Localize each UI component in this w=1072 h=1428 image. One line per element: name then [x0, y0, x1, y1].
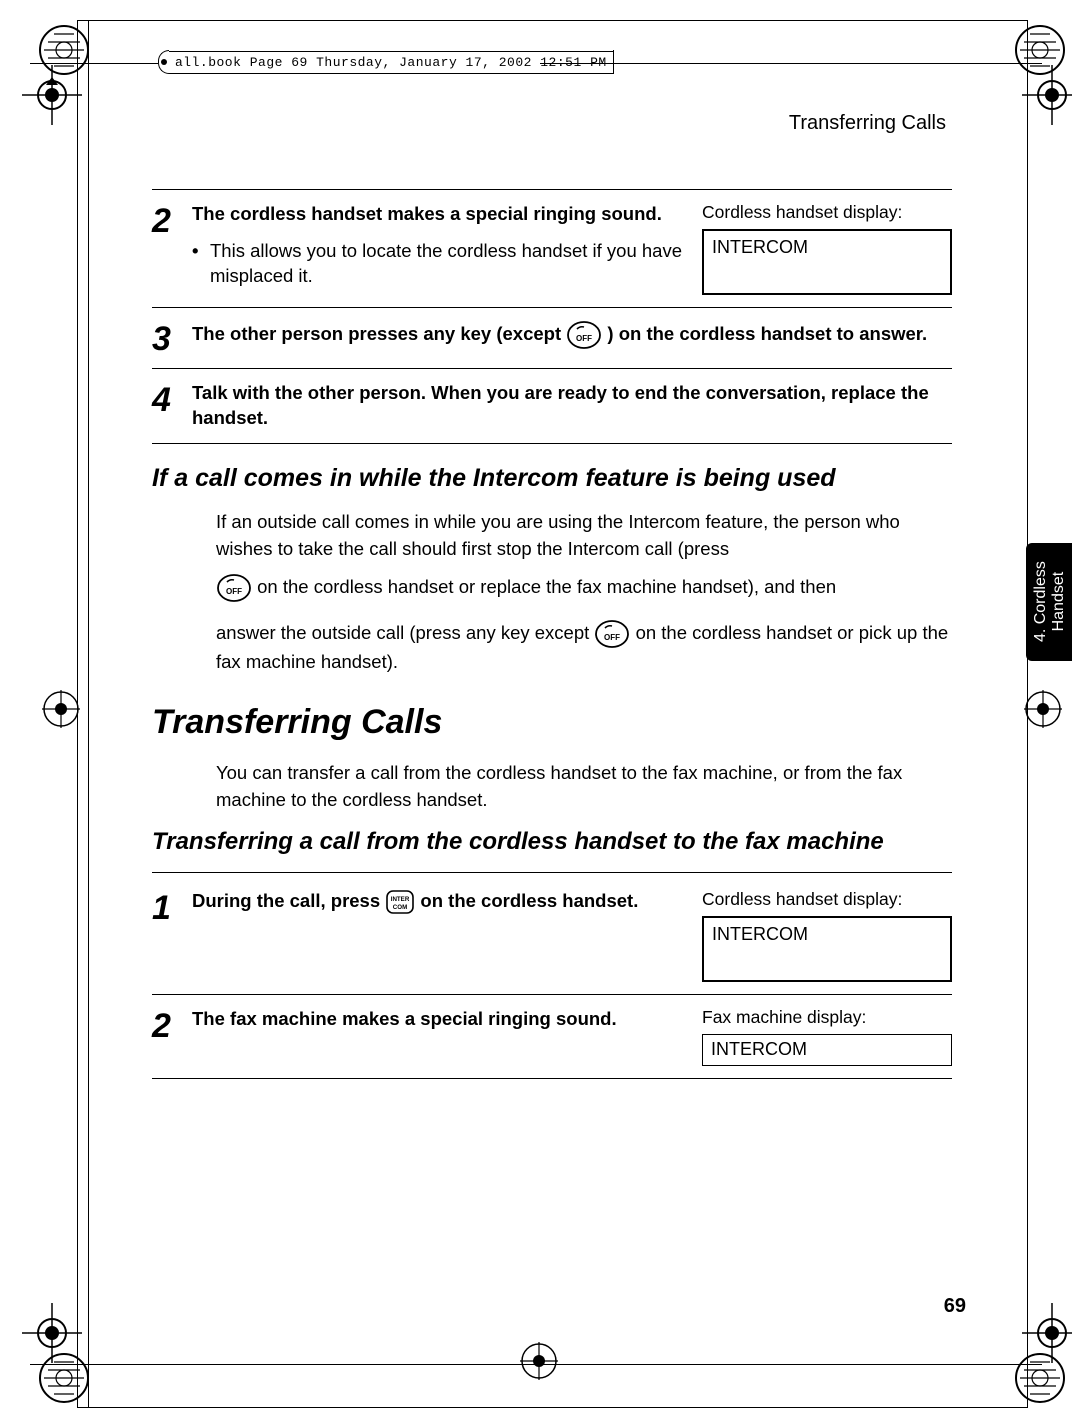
step-2: 2 The cordless handset makes a special r… [152, 189, 952, 307]
registration-target-icon [42, 690, 80, 728]
divider [152, 1078, 952, 1079]
step-3-text-before: The other person presses any key (except [192, 323, 566, 344]
handset-display: INTERCOM [702, 916, 952, 982]
fax-display: INTERCOM [702, 1034, 952, 1066]
off-key-icon: OFF [216, 573, 252, 603]
step-3: 3 The other person presses any key (exce… [152, 307, 952, 368]
step-number: 2 [152, 1007, 192, 1066]
step-number: 4 [152, 381, 192, 431]
page-content: Transferring Calls 2 The cordless handse… [152, 112, 952, 1079]
step-number: 2 [152, 202, 192, 295]
registration-target-icon [520, 1342, 558, 1380]
transfer-step-1: 1 During the call, press INTERCOM on the… [152, 873, 952, 994]
chapter-tab-line1: 4. Cordless [1031, 562, 1048, 643]
intercom-key-icon: INTERCOM [385, 889, 415, 915]
display-value: INTERCOM [712, 924, 808, 944]
step-3-text-after: ) on the cordless handset to answer. [607, 323, 927, 344]
para3-before: answer the outside call (press any key e… [216, 621, 594, 642]
display-label: Cordless handset display: [702, 889, 952, 910]
svg-text:INTER: INTER [391, 896, 410, 903]
main-title: Transferring Calls [152, 703, 952, 742]
svg-text:COM: COM [393, 904, 407, 911]
display-value: INTERCOM [711, 1039, 807, 1059]
sub-heading: Transferring a call from the cordless ha… [152, 828, 952, 856]
display-value: INTERCOM [712, 237, 808, 257]
t-step1-before: During the call, press [192, 890, 385, 911]
handset-display: INTERCOM [702, 229, 952, 295]
step-number: 1 [152, 889, 192, 982]
running-head: Transferring Calls [152, 112, 946, 135]
registration-mark-icon [22, 65, 82, 125]
svg-text:OFF: OFF [576, 334, 592, 343]
registration-mark-icon [22, 1303, 82, 1363]
step-4: 4 Talk with the other person. When you a… [152, 368, 952, 443]
t-step2-text: The fax machine makes a special ringing … [192, 1008, 617, 1029]
registration-mark-icon [1022, 1303, 1072, 1363]
svg-text:OFF: OFF [226, 587, 242, 596]
display-label: Cordless handset display: [702, 202, 952, 223]
para2-after: on the cordless handset or replace the f… [257, 575, 836, 596]
off-key-icon: OFF [594, 619, 630, 649]
body-paragraph: answer the outside call (press any key e… [216, 619, 952, 676]
step-2-bullet: This allows you to locate the cordless h… [210, 239, 684, 289]
file-header: all.book Page 69 Thursday, January 17, 2… [158, 50, 540, 74]
chapter-tab-line2: Handset [1049, 572, 1066, 632]
body-paragraph: If an outside call comes in while you ar… [216, 509, 952, 563]
off-key-icon: OFF [566, 320, 602, 350]
bullet-icon: • [192, 239, 210, 289]
file-header-text: all.book Page 69 Thursday, January 17, 2… [169, 51, 613, 74]
svg-text:OFF: OFF [604, 633, 620, 642]
registration-target-icon [1024, 690, 1062, 728]
section-heading: If a call comes in while the Intercom fe… [152, 464, 952, 493]
left-inner-line [88, 20, 89, 1408]
chapter-tab: 4. CordlessHandset [1026, 543, 1072, 661]
intro-paragraph: You can transfer a call from the cordles… [216, 760, 952, 814]
t-step1-after: on the cordless handset. [420, 890, 638, 911]
divider [152, 443, 952, 444]
step-number: 3 [152, 320, 192, 356]
display-label: Fax machine display: [702, 1007, 952, 1028]
registration-mark-icon [1022, 65, 1072, 125]
step-2-title: The cordless handset makes a special rin… [192, 203, 662, 224]
step-4-text: Talk with the other person. When you are… [192, 382, 929, 428]
transfer-step-2: 2 The fax machine makes a special ringin… [152, 994, 952, 1078]
body-paragraph: OFF on the cordless handset or replace t… [216, 573, 952, 603]
page-number: 69 [944, 1295, 966, 1318]
